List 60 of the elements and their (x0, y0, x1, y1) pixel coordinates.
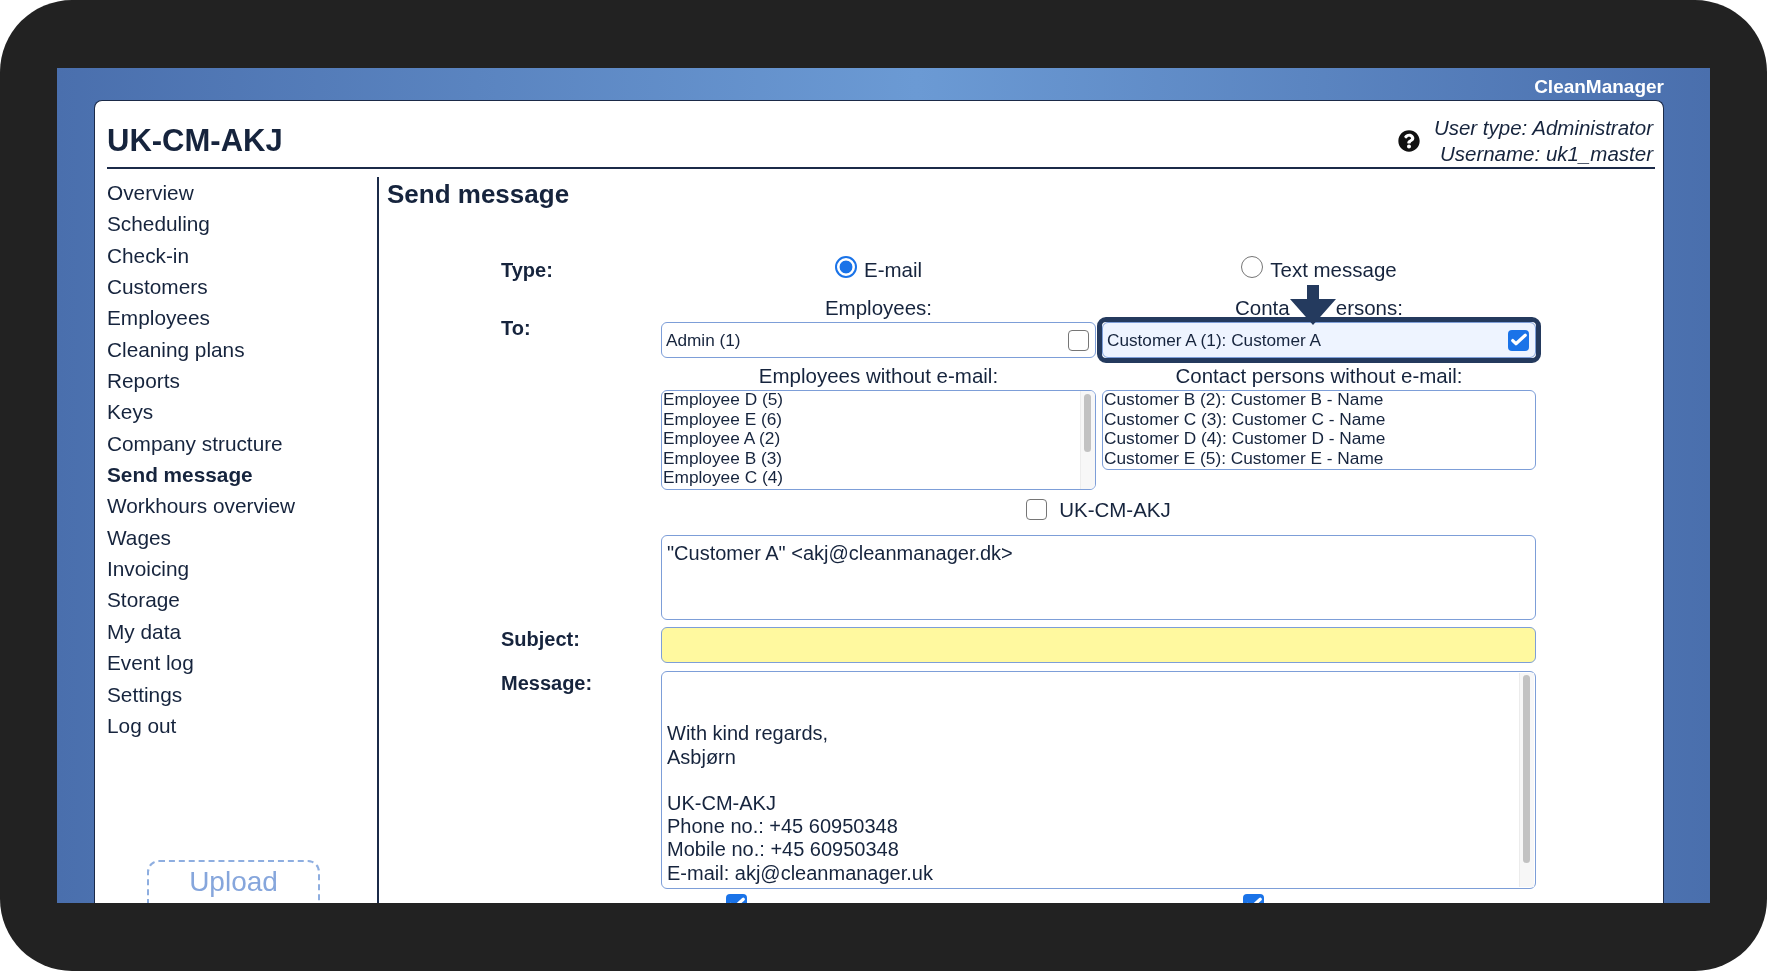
user-type-text: User type: Administrator (1433, 115, 1653, 141)
scrollbar-track[interactable] (1080, 391, 1095, 489)
sidebar-item[interactable]: Cleaning plans (107, 333, 245, 366)
sidebar-item[interactable]: Log out (107, 709, 177, 742)
radio-label: E-mail (863, 257, 923, 283)
column-heading: Conta (1235, 297, 1290, 319)
radio-label: Text message (1270, 257, 1397, 283)
sidebar-item[interactable]: Send message (107, 459, 253, 491)
column-heading: Contact persons without e-mail: (1175, 365, 1463, 387)
checkbox[interactable] (1026, 499, 1048, 521)
brand-name: CleanManager (1534, 76, 1664, 98)
recipients-field[interactable]: "Customer A" <akj@cleanmanager.dk> (661, 534, 1536, 620)
form-label: To: (501, 316, 531, 340)
checkbox[interactable] (1508, 329, 1529, 351)
message-field[interactable]: With kind regards, Asbjørn UK-CM-AKJ Phone no.: +45 60950348 Mobile no.: +45 60950348 E-mail: akj@cleanmanager.uk (661, 670, 1536, 889)
subject-field[interactable] (661, 626, 1536, 663)
form-label: Type: (501, 258, 553, 283)
list-option[interactable]: Employee E (6) (662, 409, 783, 430)
list-option[interactable]: Customer E (5): Customer E - Name (1103, 448, 1384, 469)
sidebar-item[interactable]: Check-in (107, 239, 190, 272)
sidebar-item[interactable]: Employees (107, 302, 210, 334)
sidebar-item[interactable]: Scheduling (107, 208, 210, 240)
scrollbar-thumb[interactable] (1084, 394, 1091, 452)
recipient-option[interactable]: Customer A (1): Customer A (1107, 329, 1321, 351)
checkbox[interactable] (1068, 329, 1089, 351)
list-option[interactable]: Customer C (3): Customer C - Name (1103, 409, 1386, 430)
checkbox-label: UK-CM-AKJ (1059, 497, 1171, 522)
radio-button[interactable] (834, 256, 857, 278)
radio-button[interactable] (1241, 256, 1264, 278)
help-icon[interactable] (1397, 130, 1420, 152)
column-heading: Employees: (824, 297, 933, 319)
sidebar-item[interactable]: Wages (107, 521, 171, 554)
sidebar-item[interactable]: Settings (107, 678, 183, 710)
site-title: UK-CM-AKJ (107, 123, 283, 159)
list-option[interactable]: Employee D (5) (662, 391, 784, 410)
list-option[interactable]: Employee A (2) (662, 429, 781, 449)
sidebar-item[interactable]: Reports (107, 365, 180, 397)
sidebar-item[interactable]: Company structure (107, 427, 283, 460)
scrollbar-track[interactable] (1519, 672, 1534, 887)
username-text: Username: uk1_master (1439, 141, 1653, 167)
column-heading: ersons: (1335, 297, 1403, 319)
form-label: Message: (501, 670, 593, 695)
list-option[interactable]: Customer B (2): Customer B - Name (1103, 391, 1384, 410)
scrollbar-thumb[interactable] (1523, 674, 1530, 863)
sidebar-item[interactable]: Overview (107, 177, 194, 209)
checkmark-icon (1510, 332, 1527, 348)
sidebar-item[interactable]: Workhours overview (107, 490, 295, 522)
sidebar-item[interactable]: Customers (107, 271, 208, 303)
list-option[interactable]: Customer D (4): Customer D - Name (1103, 429, 1386, 449)
sidebar-item[interactable]: Invoicing (107, 553, 190, 585)
sidebar-item[interactable]: Keys (107, 396, 154, 428)
form-label: Subject: (501, 626, 580, 651)
sidebar-item[interactable]: Storage (107, 584, 180, 616)
sidebar-item[interactable]: My data (107, 615, 181, 648)
column-heading: Employees without e-mail: (758, 365, 999, 387)
sidebar-item[interactable]: Event log (107, 647, 194, 679)
list-option[interactable]: Employee C (4) (662, 468, 784, 488)
page-heading: Send message (387, 178, 571, 211)
recipient-option[interactable]: Admin (1) (666, 329, 741, 351)
list-option[interactable]: Employee B (3) (662, 448, 783, 469)
